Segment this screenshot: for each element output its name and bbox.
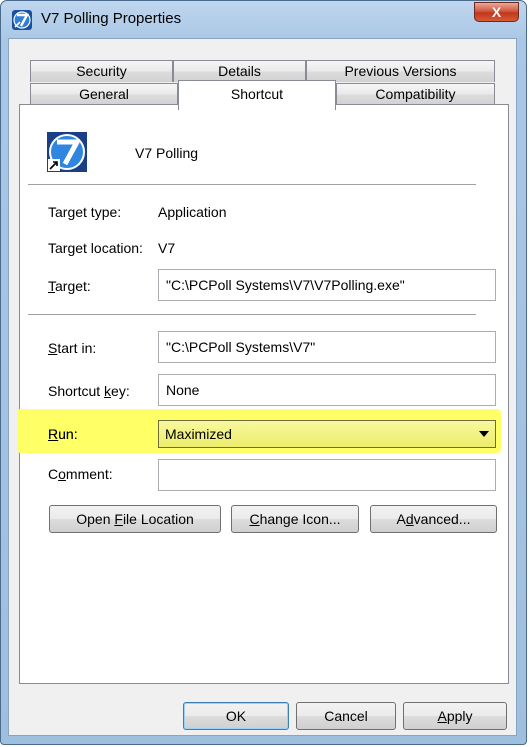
- tab-shortcut[interactable]: Shortcut: [178, 80, 336, 110]
- tab-general[interactable]: General: [30, 83, 178, 105]
- run-selected-value: Maximized: [165, 426, 232, 442]
- title-bar[interactable]: V7 Polling Properties X: [1, 1, 526, 39]
- advanced-button[interactable]: Advanced...: [370, 505, 497, 533]
- target-input[interactable]: "C:\PCPoll Systems\V7\V7Polling.exe": [158, 269, 496, 301]
- tab-previous-versions[interactable]: Previous Versions: [306, 60, 495, 82]
- change-icon-button[interactable]: Change Icon...: [231, 505, 359, 533]
- window-title: V7 Polling Properties: [41, 10, 182, 27]
- cancel-button[interactable]: Cancel: [296, 702, 396, 730]
- open-file-location-button[interactable]: Open File Location: [49, 505, 221, 533]
- close-button[interactable]: X: [474, 2, 519, 22]
- apply-button[interactable]: Apply: [403, 702, 507, 730]
- tab-security[interactable]: Security: [30, 60, 173, 82]
- shortcut-panel: [19, 104, 509, 684]
- run-label-overlay: Run:: [48, 426, 78, 442]
- v7-app-icon: [12, 10, 32, 30]
- ok-button[interactable]: OK: [183, 702, 289, 730]
- tab-compatibility[interactable]: Compatibility: [336, 83, 495, 105]
- run-dropdown[interactable]: Maximized: [158, 420, 496, 448]
- tab-details[interactable]: Details: [173, 60, 306, 82]
- chevron-down-icon[interactable]: [479, 431, 489, 437]
